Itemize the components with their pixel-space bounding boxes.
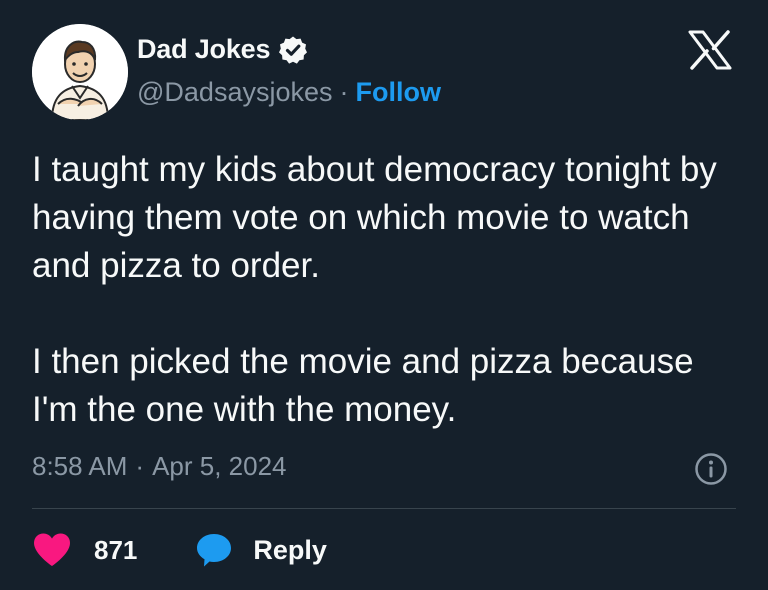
speech-bubble-icon [197,534,232,567]
cartoon-dad-avatar-icon [32,24,128,120]
verified-badge-icon [278,35,308,65]
tweet-paragraph: I taught my kids about democracy tonight… [32,150,717,285]
author-avatar[interactable] [32,24,128,120]
handle-separator: · [339,77,349,107]
tweet-date: Apr 5, 2024 [152,451,287,481]
follow-button[interactable]: Follow [356,77,441,108]
reply-button[interactable]: Reply [195,532,327,568]
author-display-name[interactable]: Dad Jokes [137,34,270,65]
timestamp-separator: · [135,451,145,481]
tweet-time: 8:58 AM [32,451,128,481]
author-handle-row: @Dadsaysjokes · Follow [137,77,441,108]
divider [32,508,736,509]
x-logo-icon[interactable] [688,30,732,70]
info-icon[interactable] [694,452,728,486]
tweet-text: I taught my kids about democracy tonight… [32,146,732,434]
tweet-timestamp[interactable]: 8:58 AM · Apr 5, 2024 [32,451,287,482]
like-button[interactable]: 871 [32,532,137,568]
tweet-paragraph: I then picked the movie and pizza becaus… [32,342,694,429]
reply-label: Reply [253,534,327,565]
tweet-actions: 871 Reply [32,530,327,570]
heart-icon [34,533,70,566]
like-count: 871 [94,534,138,565]
author-name-row: Dad Jokes [137,34,308,65]
author-handle[interactable]: @Dadsaysjokes [137,77,333,108]
